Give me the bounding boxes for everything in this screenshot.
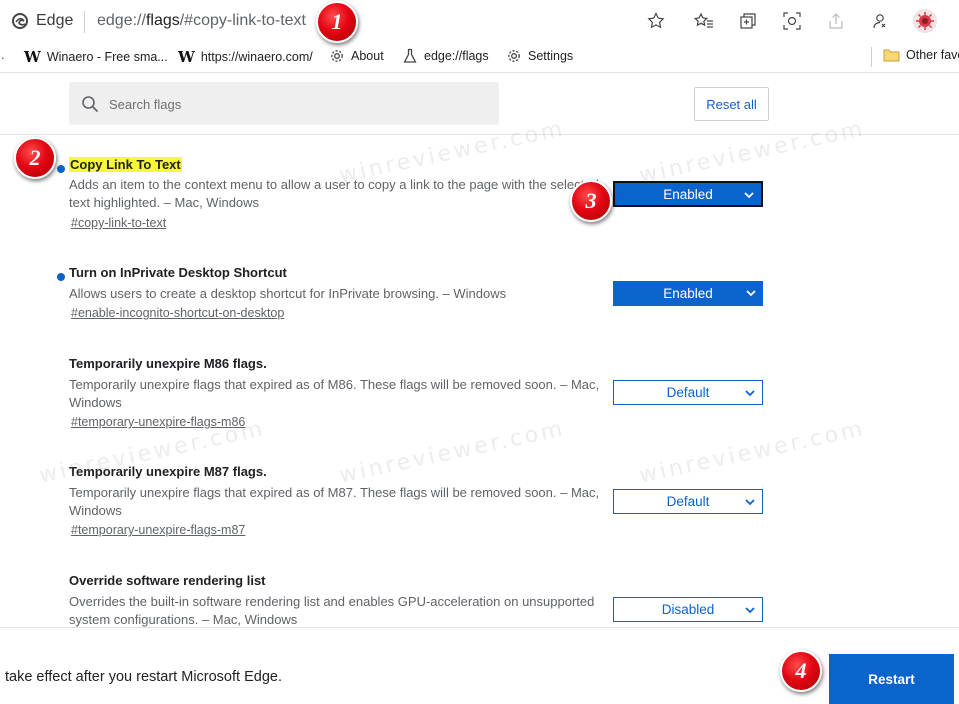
favorite-star-icon[interactable]: [644, 9, 668, 33]
bookmark-edge-flags[interactable]: edge://flags: [402, 48, 489, 64]
flag-description: Allows users to create a desktop shortcu…: [69, 286, 507, 301]
flag-name: Turn on InPrivate Desktop Shortcut: [69, 265, 287, 280]
bookmark-label: About: [351, 49, 384, 63]
flag-state-value: Enabled: [663, 286, 713, 301]
restart-button[interactable]: Restart: [829, 654, 954, 704]
step-marker-4: 4: [780, 650, 822, 692]
bookmark-label: Winaero - Free sma...: [46, 50, 168, 64]
watermark-text: winreviewer.com: [636, 116, 868, 189]
flag-state-value: Default: [666, 385, 710, 400]
bookmarks-overflow-dot: .: [1, 48, 5, 62]
bookmark-about[interactable]: About: [329, 48, 384, 64]
share-icon[interactable]: [824, 9, 848, 33]
watermark-text: winreviewer.com: [336, 416, 568, 489]
header-divider: [0, 134, 959, 135]
address-bar-row: Edge edge://flags/#copy-link-to-text: [0, 0, 959, 43]
flag-description: Overrides the built-in software renderin…: [69, 594, 595, 627]
url-scheme: edge://: [97, 12, 146, 29]
modified-dot-icon: [57, 273, 65, 281]
feedback-icon[interactable]: [868, 9, 892, 33]
flag-name: Override software rendering list: [69, 573, 266, 588]
search-flags-box[interactable]: [69, 82, 499, 127]
flag-state-select[interactable]: Disabled: [613, 597, 763, 622]
flag-state-value: Default: [666, 494, 710, 509]
flag-state-select[interactable]: Default: [613, 380, 763, 405]
bookmark-label: Other favo: [906, 48, 959, 62]
bookmark-label: https://winaero.com/: [200, 50, 313, 64]
flask-icon: [403, 48, 417, 63]
modified-dot-icon: [57, 165, 65, 173]
chevron-down-icon: [744, 192, 754, 199]
favorites-icon[interactable]: [692, 9, 716, 33]
bookmark-winaero-home[interactable]: W https://winaero.com/: [178, 48, 313, 66]
bookmark-winaero[interactable]: W Winaero - Free sma...: [24, 48, 168, 66]
step-marker-2: 2: [14, 137, 56, 179]
chevron-down-icon: [746, 290, 756, 297]
chevron-down-icon: [745, 499, 755, 506]
flag-state-value: Disabled: [661, 602, 715, 617]
step-marker-3: 3: [570, 180, 612, 222]
flag-description: Adds an item to the context menu to allo…: [69, 177, 599, 210]
folder-icon: [883, 49, 900, 62]
chevron-down-icon: [745, 607, 755, 614]
flag-anchor-link[interactable]: #temporary-unexpire-flags-m86: [71, 415, 245, 429]
bookmark-settings[interactable]: Settings: [506, 48, 573, 64]
browser-brand: Edge: [36, 12, 74, 29]
flag-description: Temporarily unexpire flags that expired …: [69, 485, 600, 518]
bookmarks-bar: . W Winaero - Free sma... W https://wina…: [0, 42, 959, 73]
flag-anchor-link[interactable]: #enable-incognito-shortcut-on-desktop: [71, 306, 284, 320]
flag-description: Temporarily unexpire flags that expired …: [69, 377, 600, 410]
flag-name: Temporarily unexpire M87 flags.: [69, 464, 267, 479]
winaero-w-icon: W: [24, 48, 41, 66]
url-path: /#copy-link-to-text: [179, 12, 306, 29]
edge-logo-icon: [12, 13, 28, 29]
collections-icon[interactable]: [736, 9, 760, 33]
flag-state-select[interactable]: Enabled: [613, 281, 763, 306]
gear-icon: [508, 50, 520, 62]
reset-all-button[interactable]: Reset all: [694, 87, 769, 121]
bookmark-other-favorites[interactable]: Other favo: [883, 48, 959, 62]
restart-message: take effect after you restart Microsoft …: [5, 669, 282, 685]
search-flags-input[interactable]: [107, 82, 491, 127]
step-marker-1: 1: [316, 1, 358, 43]
screenshot-icon[interactable]: [780, 9, 804, 33]
flag-name: Copy Link To Text: [69, 157, 182, 172]
chevron-down-icon: [745, 390, 755, 397]
search-icon: [82, 96, 99, 113]
gear-icon: [331, 50, 343, 62]
bookmarks-divider: [871, 47, 872, 67]
flag-anchor-link[interactable]: #copy-link-to-text: [71, 216, 166, 230]
flag-state-value: Enabled: [663, 186, 713, 202]
winaero-w-icon: W: [178, 48, 195, 66]
watermark-text: winreviewer.com: [636, 416, 868, 489]
flag-state-select[interactable]: Enabled: [613, 181, 763, 207]
profile-avatar[interactable]: [913, 9, 937, 33]
flag-state-select[interactable]: Default: [613, 489, 763, 514]
bookmark-label: edge://flags: [424, 49, 489, 63]
url-field[interactable]: edge://flags/#copy-link-to-text: [97, 12, 306, 30]
bookmark-label: Settings: [528, 49, 574, 63]
flag-name: Temporarily unexpire M86 flags.: [69, 356, 267, 371]
flag-anchor-link[interactable]: #temporary-unexpire-flags-m87: [71, 523, 245, 537]
url-host: flags: [145, 12, 180, 29]
address-divider: [84, 11, 85, 33]
